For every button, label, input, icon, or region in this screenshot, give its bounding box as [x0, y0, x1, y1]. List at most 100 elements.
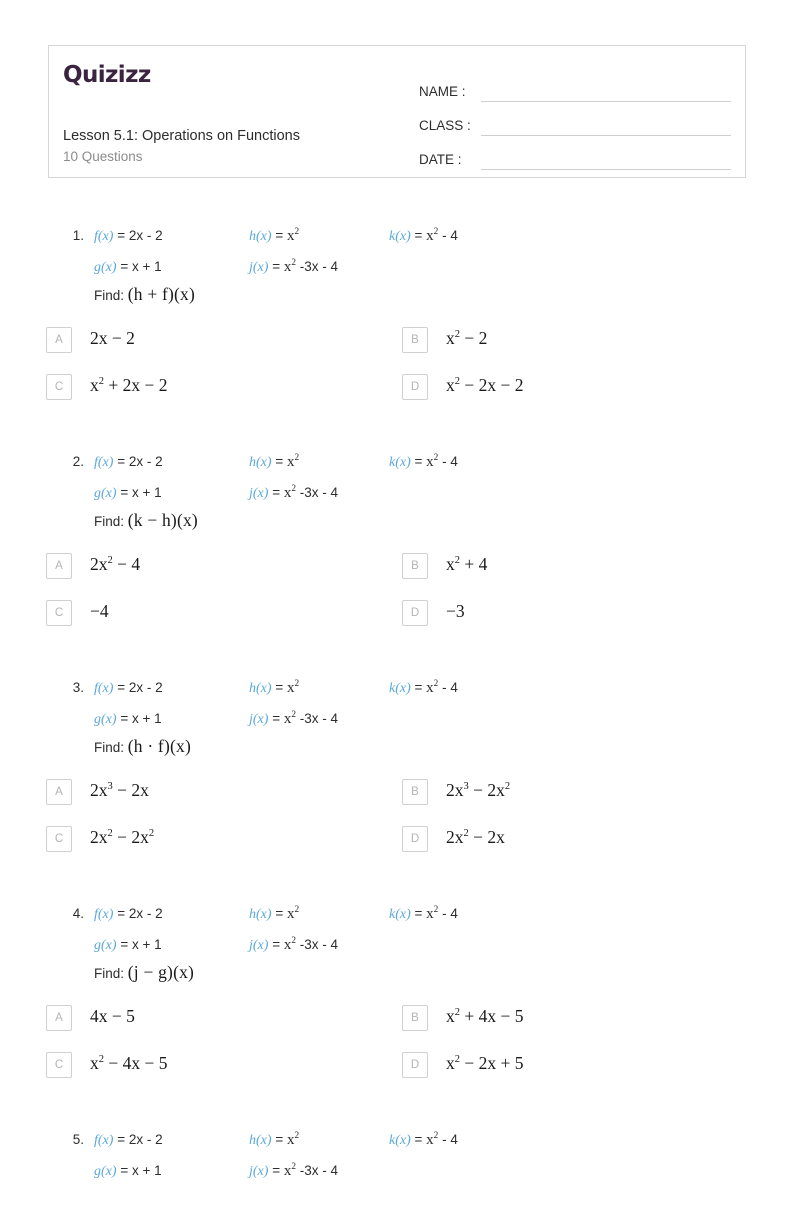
- quizizz-logo: Quizizz: [63, 62, 151, 88]
- option-text: x2 − 2x − 2: [446, 375, 524, 395]
- answer-options: A 2x − 2 Bx2 − 2 Cx2 + 2x − 2 Dx2 − 2x − 2: [0, 326, 794, 420]
- answer-option[interactable]: Cx2 + 2x − 2: [0, 373, 350, 400]
- fn-label-h: h(x): [249, 455, 272, 470]
- fn-eq-k: =: [414, 228, 427, 243]
- answer-option[interactable]: A 2x2 − 4: [0, 552, 350, 579]
- fn-label-g: g(x): [94, 938, 117, 953]
- fn-eq-h: =: [275, 228, 287, 243]
- fn-label-g: g(x): [94, 712, 117, 727]
- page-title: Lesson 5.1: Operations on Functions: [63, 128, 300, 144]
- fn-eq-k: =: [414, 454, 427, 469]
- answer-option[interactable]: D −3: [350, 599, 700, 626]
- fn-def-f: f(x) = 2x - 2: [94, 680, 163, 697]
- answer-option[interactable]: Cx2 − 4x − 5: [0, 1051, 350, 1078]
- class-label: CLASS :: [419, 118, 471, 133]
- answer-option[interactable]: A 4x − 5: [0, 1004, 350, 1031]
- fn-power-h: x2: [286, 227, 300, 244]
- fn-label-j: j(x): [249, 938, 269, 953]
- option-row: A 2x3 − 2x B 2x3 − 2x2: [0, 778, 794, 825]
- fn-label-k: k(x): [389, 455, 411, 470]
- header-left-block: Quizizz Lesson 5.1: Operations on Functi…: [61, 56, 411, 165]
- question-body: f(x) = 2x - 2 g(x) = x + 1 h(x) = x2 j(x) =…: [58, 1131, 794, 1188]
- option-letter-b: B: [402, 1005, 428, 1031]
- fn-label-h: h(x): [249, 681, 272, 696]
- fn-label-g: g(x): [94, 260, 117, 275]
- fn-power-j: x2: [283, 1162, 296, 1179]
- questions-list: 1. f(x) = 2x - 2 g(x) = x + 1 h(x) = x2 j(x)…: [0, 227, 794, 1222]
- answer-option[interactable]: C −4: [0, 599, 350, 626]
- answer-options: A 4x − 5 Bx2 + 4x − 5 Cx2 − 4x − 5 Dx2 − 2x …: [0, 1004, 794, 1098]
- function-definitions-grid: f(x) = 2x - 2 g(x) = x + 1 h(x) = x2 j(x) =…: [94, 905, 794, 962]
- option-text: 2x − 2: [90, 328, 135, 348]
- question-body: f(x) = 2x - 2 g(x) = x + 1 h(x) = x2 j(x) =…: [58, 679, 794, 762]
- answer-option[interactable]: Bx2 + 4: [350, 552, 700, 579]
- option-text: 2x2 − 2x2: [90, 827, 155, 847]
- fn-power-k: x2: [426, 227, 439, 244]
- fn-label-f: f(x): [94, 1133, 114, 1148]
- find-expression: (k − h)(x): [127, 510, 198, 530]
- option-row: Cx2 + 2x − 2 Dx2 − 2x − 2: [0, 373, 794, 420]
- answer-option[interactable]: Dx2 − 2x − 2: [350, 373, 700, 400]
- option-letter-b: B: [402, 553, 428, 579]
- find-prompt: Find: (h + f)(x): [94, 284, 794, 310]
- fn-label-j: j(x): [249, 260, 269, 275]
- answer-option[interactable]: Bx2 + 4x − 5: [350, 1004, 700, 1031]
- function-definitions-grid: f(x) = 2x - 2 g(x) = x + 1 h(x) = x2 j(x) =…: [94, 453, 794, 510]
- option-letter-d: D: [402, 374, 428, 400]
- answer-option[interactable]: B 2x3 − 2x2: [350, 778, 700, 805]
- option-text: 4x − 5: [90, 1006, 135, 1026]
- option-row: Cx2 − 4x − 5 Dx2 − 2x + 5: [0, 1051, 794, 1098]
- fn-label-j: j(x): [249, 486, 269, 501]
- question-body: f(x) = 2x - 2 g(x) = x + 1 h(x) = x2 j(x) =…: [58, 453, 794, 536]
- fn-def-f: f(x) = 2x - 2: [94, 228, 163, 245]
- fn-def-g: g(x) = x + 1: [94, 259, 162, 276]
- option-letter-d: D: [402, 1052, 428, 1078]
- question-block: 3. f(x) = 2x - 2 g(x) = x + 1 h(x) = x2 j(x)…: [0, 679, 794, 906]
- fn-def-h: h(x) = x2: [249, 905, 299, 923]
- option-row: C −4 D −3: [0, 599, 794, 646]
- answer-option[interactable]: A 2x3 − 2x: [0, 778, 350, 805]
- option-text: 2x3 − 2x2: [446, 780, 511, 800]
- find-label: Find:: [94, 514, 125, 529]
- find-expression: (h · f)(x): [127, 736, 191, 756]
- fn-power-k: x2: [426, 679, 439, 696]
- find-prompt: Find: (k − h)(x): [94, 510, 794, 536]
- fn-eq-f: = 2x - 2: [117, 680, 163, 695]
- fn-def-g: g(x) = x + 1: [94, 711, 162, 728]
- class-input-line[interactable]: [481, 113, 731, 136]
- fn-tail-k: - 4: [442, 454, 458, 469]
- answer-option[interactable]: D 2x2 − 2x: [350, 825, 700, 852]
- find-prompt: Find: (h · f)(x): [94, 736, 794, 762]
- answer-options: A 2x2 − 4 Bx2 + 4 C −4 D −3: [0, 552, 794, 646]
- fn-eq-j: =: [272, 711, 284, 726]
- date-label: DATE :: [419, 152, 462, 167]
- answer-option[interactable]: A 2x − 2: [0, 326, 350, 353]
- fn-tail-k: - 4: [442, 906, 458, 921]
- fn-def-k: k(x) = x2 - 4: [389, 905, 458, 923]
- fn-tail-j: -3x - 4: [299, 711, 339, 726]
- fn-power-h: x2: [286, 453, 300, 470]
- answer-option[interactable]: Bx2 − 2: [350, 326, 700, 353]
- fn-eq-h: =: [275, 906, 287, 921]
- fn-def-g: g(x) = x + 1: [94, 1163, 162, 1180]
- option-letter-a: A: [46, 779, 72, 805]
- option-text: x2 + 4x − 5: [446, 1006, 524, 1026]
- name-input-line[interactable]: [481, 79, 731, 102]
- fn-power-k: x2: [426, 1131, 439, 1148]
- function-definitions-grid: f(x) = 2x - 2 g(x) = x + 1 h(x) = x2 j(x) =…: [94, 1131, 794, 1188]
- fn-eq-j: =: [272, 485, 284, 500]
- meta-row-name: NAME :: [419, 68, 739, 102]
- answer-option[interactable]: Dx2 − 2x + 5: [350, 1051, 700, 1078]
- fn-def-k: k(x) = x2 - 4: [389, 227, 458, 245]
- question-count: 10 Questions: [63, 149, 143, 164]
- answer-option[interactable]: C 2x2 − 2x2: [0, 825, 350, 852]
- option-letter-d: D: [402, 600, 428, 626]
- meta-row-class: CLASS :: [419, 102, 739, 136]
- fn-label-h: h(x): [249, 907, 272, 922]
- option-text: x2 − 2x + 5: [446, 1053, 524, 1073]
- fn-label-f: f(x): [94, 681, 114, 696]
- fn-def-k: k(x) = x2 - 4: [389, 679, 458, 697]
- date-input-line[interactable]: [481, 147, 731, 170]
- fn-power-h: x2: [286, 1131, 300, 1148]
- question-block: 1. f(x) = 2x - 2 g(x) = x + 1 h(x) = x2 j(x)…: [0, 227, 794, 454]
